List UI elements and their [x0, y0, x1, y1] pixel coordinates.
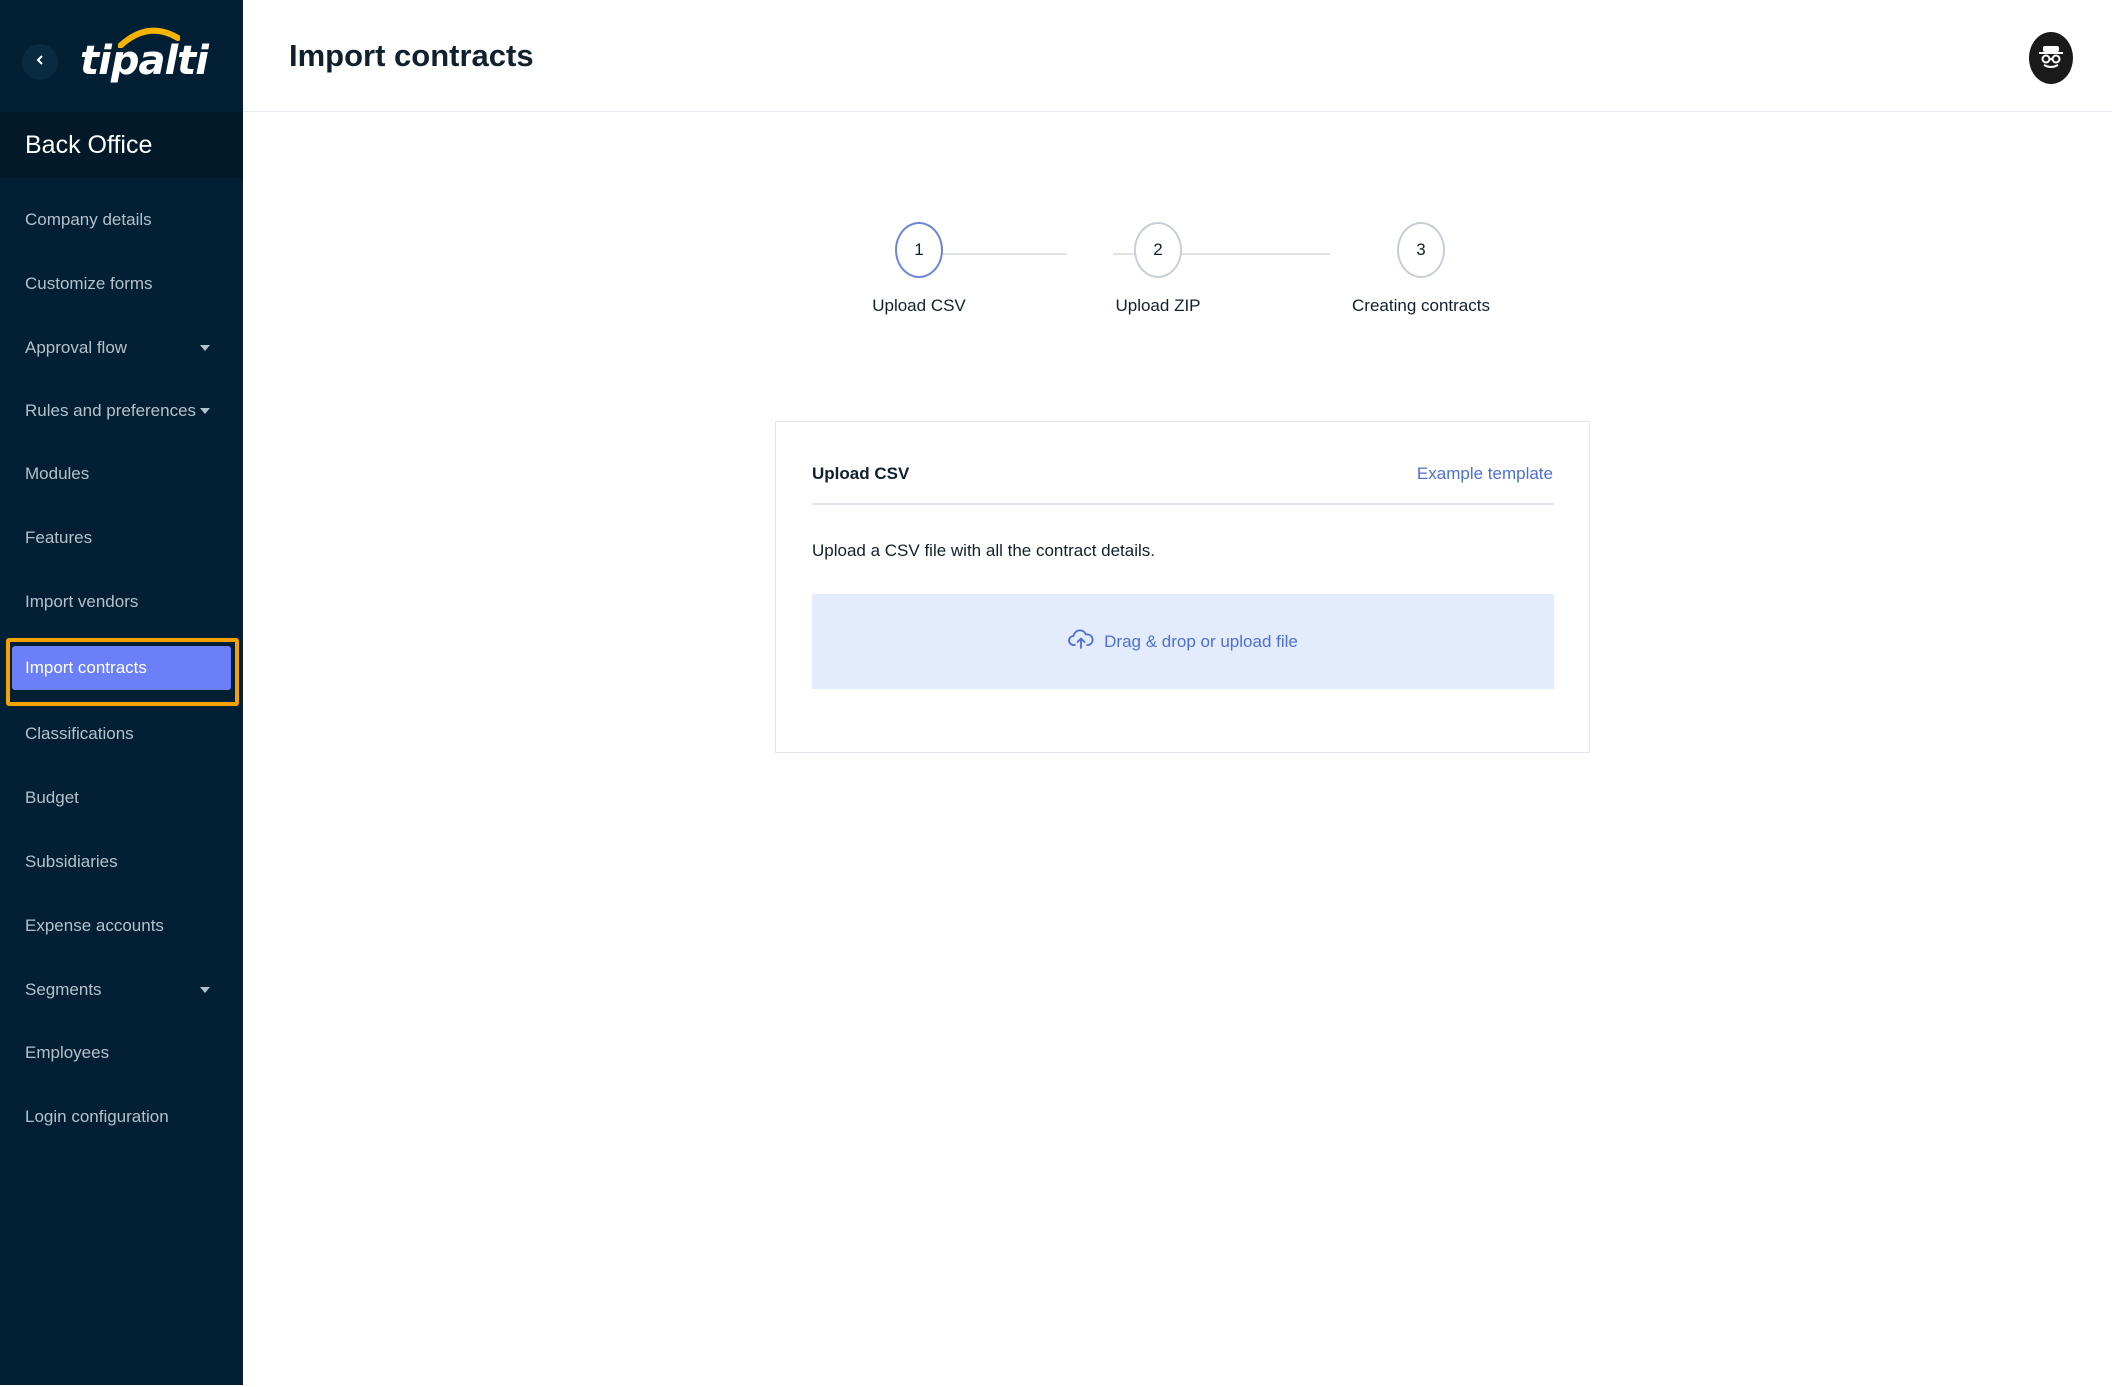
- cloud-upload-icon: [1068, 628, 1094, 655]
- sidebar-item-label: Budget: [25, 788, 79, 807]
- sidebar: tipalti Back Office Company details Cust…: [0, 0, 243, 1385]
- sidebar-item-label: Subsidiaries: [25, 852, 118, 871]
- sidebar-item-import-vendors[interactable]: Import vendors: [0, 574, 243, 630]
- app: tipalti Back Office Company details Cust…: [0, 0, 2112, 1387]
- example-template-link[interactable]: Example template: [1417, 464, 1553, 484]
- active-item-highlight: [6, 638, 239, 706]
- sidebar-item-customize-forms[interactable]: Customize forms: [0, 256, 243, 312]
- sidebar-item-features[interactable]: Features: [0, 510, 243, 566]
- file-dropzone[interactable]: Drag & drop or upload file: [812, 594, 1554, 689]
- sidebar-item-budget[interactable]: Budget: [0, 770, 243, 826]
- step-number: 1: [895, 222, 943, 278]
- sidebar-header: tipalti: [0, 0, 243, 112]
- topbar: Import contracts: [243, 0, 2112, 112]
- sidebar-item-rules-and-preferences[interactable]: Rules and preferences: [0, 383, 243, 439]
- caret-down-icon: [200, 408, 210, 414]
- step-label: Creating contracts: [1352, 296, 1490, 315]
- logo-text: tipalti: [80, 38, 209, 84]
- section-title: Back Office: [0, 112, 243, 178]
- sidebar-item-label: Import vendors: [25, 592, 139, 611]
- sidebar-item-label: Segments: [25, 980, 102, 999]
- sidebar-item-login-configuration[interactable]: Login configuration: [0, 1089, 243, 1145]
- sidebar-item-label: Expense accounts: [25, 916, 164, 935]
- sidebar-item-label: Customize forms: [25, 274, 153, 293]
- sidebar-item-employees[interactable]: Employees: [0, 1025, 243, 1081]
- sidebar-item-classifications[interactable]: Classifications: [0, 706, 243, 762]
- card-title: Upload CSV: [812, 464, 910, 483]
- sidebar-item-label: Classifications: [25, 724, 134, 743]
- page-title: Import contracts: [289, 38, 534, 73]
- upload-csv-card: Upload CSV Example template Upload a CSV…: [775, 421, 1590, 753]
- collapse-sidebar-button[interactable]: [22, 44, 58, 80]
- step-label: Upload CSV: [872, 296, 966, 315]
- sidebar-item-label: Features: [25, 528, 93, 547]
- sidebar-item-label: Login configuration: [25, 1107, 169, 1126]
- card-divider: [812, 503, 1554, 505]
- sidebar-item-label: Rules and preferences: [25, 401, 197, 420]
- sidebar-item-label: Employees: [25, 1043, 110, 1062]
- sidebar-item-subsidiaries[interactable]: Subsidiaries: [0, 834, 243, 890]
- sidebar-item-label: Modules: [25, 464, 90, 483]
- card-description: Upload a CSV file with all the contract …: [812, 541, 1156, 560]
- sidebar-item-modules[interactable]: Modules: [0, 446, 243, 502]
- step-label: Upload ZIP: [1115, 296, 1201, 315]
- tipalti-logo[interactable]: tipalti: [80, 26, 209, 86]
- step-number: 2: [1134, 222, 1182, 278]
- import-stepper: 1 Upload CSV 2 Upload ZIP 3 Creating con…: [850, 222, 1510, 332]
- chevron-left-icon: [34, 53, 46, 71]
- sidebar-item-company-details[interactable]: Company details: [0, 192, 243, 248]
- caret-down-icon: [200, 987, 210, 993]
- sidebar-item-approval-flow[interactable]: Approval flow: [0, 320, 243, 376]
- sidebar-item-label: Approval flow: [25, 338, 128, 357]
- sidebar-item-expense-accounts[interactable]: Expense accounts: [0, 898, 243, 954]
- sidebar-item-label: Company details: [25, 210, 152, 229]
- sidebar-item-segments[interactable]: Segments: [0, 962, 243, 1018]
- step-number: 3: [1397, 222, 1445, 278]
- caret-down-icon: [200, 345, 210, 351]
- avatar[interactable]: [2029, 32, 2073, 84]
- dropzone-label: Drag & drop or upload file: [1104, 631, 1298, 651]
- incognito-avatar-icon: [2036, 41, 2066, 76]
